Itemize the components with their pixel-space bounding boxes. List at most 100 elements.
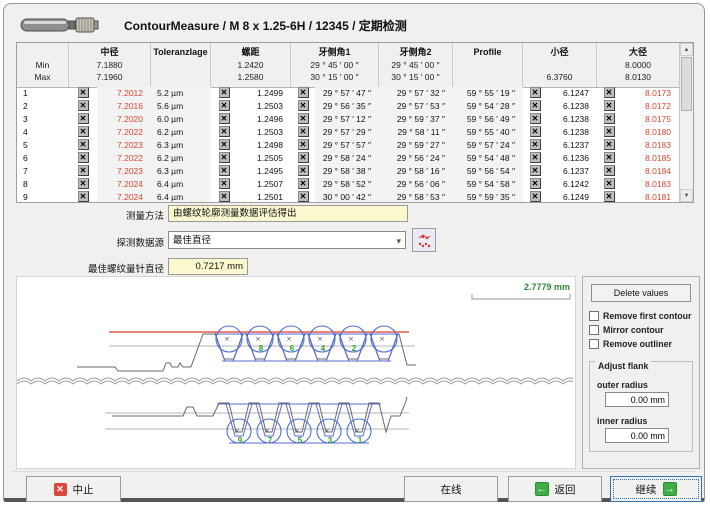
cell-checkbox: ✕: [211, 139, 237, 152]
probe-points-button[interactable]: [412, 228, 436, 252]
cell-pitch: 1.2495: [237, 165, 291, 178]
cell-tol: 5.6 µm: [151, 100, 211, 113]
checked-checkbox-icon[interactable]: ✕: [530, 178, 541, 189]
cell-minor: 6.1237: [547, 165, 597, 178]
checked-checkbox-icon[interactable]: ✕: [298, 126, 309, 137]
scale-label: 2.7779 mm: [524, 282, 570, 292]
checked-checkbox-icon[interactable]: ✕: [219, 178, 230, 189]
checked-checkbox-icon[interactable]: ✕: [78, 100, 89, 111]
checked-checkbox-icon[interactable]: ✕: [530, 139, 541, 150]
checked-checkbox-icon[interactable]: ✕: [78, 165, 89, 176]
abort-button[interactable]: ✕ 中止: [26, 476, 121, 502]
checked-checkbox-icon[interactable]: ✕: [78, 152, 89, 163]
pin-number-label: 4: [321, 344, 326, 353]
checked-checkbox-icon[interactable]: ✕: [298, 191, 309, 202]
checked-checkbox-icon[interactable]: ✕: [530, 113, 541, 124]
checked-checkbox-icon[interactable]: ✕: [604, 152, 615, 163]
cell-pitch: 1.2507: [237, 178, 291, 191]
checked-checkbox-icon[interactable]: ✕: [78, 178, 89, 189]
scroll-up-icon[interactable]: ▲: [680, 43, 693, 56]
checked-checkbox-icon[interactable]: ✕: [604, 87, 615, 98]
checked-checkbox-icon[interactable]: ✕: [219, 100, 230, 111]
back-button[interactable]: ← 返回: [508, 476, 602, 502]
inner-radius-input[interactable]: [605, 428, 669, 443]
cell-checkbox: ✕: [69, 126, 97, 139]
online-button[interactable]: 在线: [404, 476, 498, 502]
cell-d1: 7.2024: [97, 191, 151, 202]
mirror-contour-checkbox[interactable]: [589, 325, 599, 335]
scrollbar-thumb[interactable]: [681, 57, 692, 111]
checked-checkbox-icon[interactable]: ✕: [530, 165, 541, 176]
checked-checkbox-icon[interactable]: ✕: [219, 126, 230, 137]
cell-tol: 6.3 µm: [151, 165, 211, 178]
cell-checkbox: ✕: [211, 87, 237, 100]
cell-checkbox: ✕: [69, 152, 97, 165]
checked-checkbox-icon[interactable]: ✕: [219, 113, 230, 124]
checked-checkbox-icon[interactable]: ✕: [219, 191, 230, 202]
delete-values-button[interactable]: Delete values: [591, 284, 691, 302]
title-bar: ContourMeasure / M 8 x 1.25-6H / 12345 /…: [20, 12, 407, 38]
cell-a1: 29 ° 57 ′ 29 ″: [315, 126, 379, 139]
cell-a2: 29 ° 57 ′ 53 ″: [379, 100, 453, 113]
remove-outliner-checkbox[interactable]: [589, 339, 599, 349]
checked-checkbox-icon[interactable]: ✕: [530, 191, 541, 202]
remove-first-contour-checkbox[interactable]: [589, 311, 599, 321]
checked-checkbox-icon[interactable]: ✕: [604, 100, 615, 111]
checked-checkbox-icon[interactable]: ✕: [604, 113, 615, 124]
checked-checkbox-icon[interactable]: ✕: [78, 191, 89, 202]
table-scrollbar[interactable]: ▲ ▼: [679, 43, 693, 202]
probe-source-select[interactable]: 最佳直径 ▾: [168, 231, 406, 249]
checked-checkbox-icon[interactable]: ✕: [219, 139, 230, 150]
cell-checkbox: ✕: [597, 191, 621, 202]
checked-checkbox-icon[interactable]: ✕: [298, 87, 309, 98]
scroll-down-icon[interactable]: ▼: [680, 189, 693, 202]
checked-checkbox-icon[interactable]: ✕: [298, 178, 309, 189]
continue-button[interactable]: 继续 →: [610, 476, 702, 502]
checked-checkbox-icon[interactable]: ✕: [530, 126, 541, 137]
checked-checkbox-icon[interactable]: ✕: [530, 152, 541, 163]
checked-checkbox-icon[interactable]: ✕: [604, 178, 615, 189]
checked-checkbox-icon[interactable]: ✕: [219, 87, 230, 98]
checked-checkbox-icon[interactable]: ✕: [78, 113, 89, 124]
cell-checkbox: ✕: [523, 87, 547, 100]
checked-checkbox-icon[interactable]: ✕: [78, 126, 89, 137]
checked-checkbox-icon[interactable]: ✕: [604, 139, 615, 150]
outer-radius-input[interactable]: [605, 392, 669, 407]
pin-diameter-field[interactable]: 0.7217 mm: [168, 258, 248, 275]
table-header: Min Max 中径 7.1880 7.1960 Toleranzlage 螺距…: [17, 43, 679, 88]
remove-first-contour-label: Remove first contour: [603, 311, 691, 321]
checked-checkbox-icon[interactable]: ✕: [530, 100, 541, 111]
checked-checkbox-icon[interactable]: ✕: [530, 87, 541, 98]
checked-checkbox-icon[interactable]: ✕: [78, 87, 89, 98]
chevron-down-icon: ▾: [396, 232, 401, 250]
outer-radius-label: outer radius: [597, 380, 687, 390]
contour-plot-area: ××8×6×4×2× ×9×7×5×3×1 2.7779 mm: [16, 276, 576, 469]
checked-checkbox-icon[interactable]: ✕: [298, 152, 309, 163]
cell-checkbox: ✕: [597, 126, 621, 139]
table-row: 8✕7.20246.4 µm✕1.2507✕29 ° 58 ′ 52 ″29 °…: [17, 178, 679, 191]
cell-a1: 30 ° 00 ′ 42 ″: [315, 191, 379, 202]
cell-profile: 59 ° 54 ′ 48 ″: [453, 152, 523, 165]
checked-checkbox-icon[interactable]: ✕: [298, 113, 309, 124]
checked-checkbox-icon[interactable]: ✕: [298, 139, 309, 150]
checked-checkbox-icon[interactable]: ✕: [604, 191, 615, 202]
cell-checkbox: ✕: [211, 165, 237, 178]
checked-checkbox-icon[interactable]: ✕: [78, 139, 89, 150]
checked-checkbox-icon[interactable]: ✕: [604, 165, 615, 176]
cell-pitch: 1.2503: [237, 100, 291, 113]
remove-outliner-row[interactable]: Remove outliner: [589, 339, 693, 349]
cell-a2: 29 ° 58 ′ 16 ″: [379, 165, 453, 178]
cell-profile: 59 ° 55 ′ 40 ″: [453, 126, 523, 139]
remove-first-contour-row[interactable]: Remove first contour: [589, 311, 693, 321]
method-field[interactable]: 由螺纹轮廓测量数据评估得出: [168, 205, 408, 222]
mirror-contour-row[interactable]: Mirror contour: [589, 325, 693, 335]
checked-checkbox-icon[interactable]: ✕: [298, 165, 309, 176]
pin-number-label: 5: [298, 436, 303, 445]
cell-a2: 29 ° 59 ′ 27 ″: [379, 139, 453, 152]
cell-a1: 29 ° 56 ′ 35 ″: [315, 100, 379, 113]
checked-checkbox-icon[interactable]: ✕: [219, 165, 230, 176]
checked-checkbox-icon[interactable]: ✕: [219, 152, 230, 163]
checked-checkbox-icon[interactable]: ✕: [604, 126, 615, 137]
pin-cross-mark: ×: [348, 335, 354, 343]
checked-checkbox-icon[interactable]: ✕: [298, 100, 309, 111]
